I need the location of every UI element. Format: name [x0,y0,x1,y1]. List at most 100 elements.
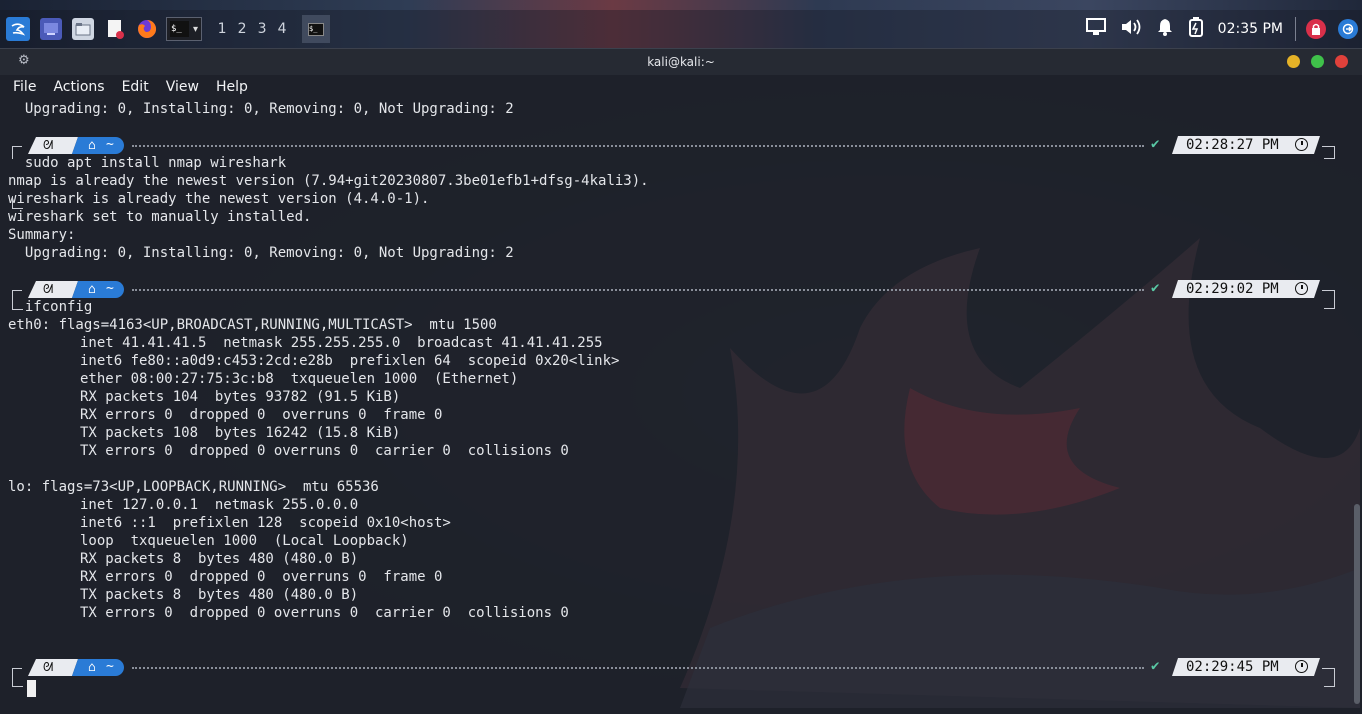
menu-bar: File Actions Edit View Help [0,75,1362,99]
clock-icon [1295,660,1308,673]
chevron-down-icon: ▾ [193,23,199,35]
terminal-icon: $_ [308,22,325,36]
kali-dragon-icon: ᘛ [43,282,54,296]
prompt-timestamp: 02:28:27 PM [1172,136,1320,154]
output-line: nmap is already the newest version (7.94… [8,173,649,189]
output-line: Upgrading: 0, Installing: 0, Removing: 0… [8,101,514,117]
menu-view[interactable]: View [166,79,199,95]
tray-divider [1295,17,1296,41]
output-line: RX packets 104 bytes 93782 (91.5 KiB) [80,389,401,405]
window-controls [1276,55,1348,68]
taskbar-terminal-window[interactable]: $_ [302,15,331,43]
prompt-badge: ᘛ ⌂ ~ [28,659,124,676]
output-line: Upgrading: 0, Installing: 0, Removing: 0… [8,245,514,261]
kali-menu-icon[interactable] [6,17,30,41]
prompt-dir: ~ [106,659,114,674]
kali-dragon-icon: ᘛ [43,660,54,674]
output-line: wireshark is already the newest version … [8,191,430,207]
output-line: inet6 fe80::a0d9:c453:2cd:e28b prefixlen… [80,353,620,369]
prompt-line: ᘛ ⌂ ~ ✔ 02:29:45 PM [8,658,1340,681]
menu-file[interactable]: File [13,79,36,95]
output-line: TX packets 108 bytes 16242 (15.8 KiB) [80,425,401,441]
scrollbar-thumb[interactable] [1354,504,1360,704]
volume-icon[interactable] [1120,18,1142,41]
logout-icon [1342,23,1354,35]
output-line: eth0: flags=4163<UP,BROADCAST,RUNNING,MU… [8,317,497,333]
prompt-dotted-rule [132,667,1144,669]
notification-bell-icon[interactable] [1156,18,1174,41]
minimize-button[interactable] [1287,55,1300,68]
success-check-icon: ✔ [1151,136,1160,152]
text-editor-icon[interactable] [104,18,126,40]
prompt-badge: ᘛ ⌂ ~ [28,137,124,154]
lock-screen-button[interactable] [1306,19,1326,39]
prompt-timestamp: 02:29:45 PM [1172,658,1320,676]
workspace-switcher: 1 2 3 4 [212,21,292,37]
prompt-dir: ~ [106,281,114,296]
output-line: RX packets 8 bytes 480 (480.0 B) [80,551,359,567]
prompt-bracket-lower [12,196,23,209]
home-icon: ⌂ [88,660,96,675]
display-icon[interactable] [1085,17,1106,41]
show-desktop-icon[interactable] [40,18,62,40]
workspace-4[interactable]: 4 [272,21,292,37]
command-text: sudo apt install nmap wireshark [24,155,287,171]
output-line: inet 41.41.41.5 netmask 255.255.255.0 br… [80,335,603,351]
prompt-bracket-lower-right [1324,146,1335,159]
workspace-2[interactable]: 2 [232,21,252,37]
lock-icon [1312,23,1320,35]
prompt-badge: ᘛ ⌂ ~ [28,281,124,298]
command-line: sudo apt install nmap wireshark [8,154,286,172]
terminal-window: ⚙ kali@kali:~ File Actions Edit View Hel… [0,48,1362,714]
gear-icon[interactable]: ⚙ [18,53,30,68]
prompt-dotted-rule [132,289,1144,291]
prompt-line: ᘛ ⌂ ~ ✔ 02:29:02 PM [8,280,1340,303]
menu-actions[interactable]: Actions [53,79,104,95]
firefox-icon[interactable] [136,18,158,40]
menu-help[interactable]: Help [216,79,248,95]
output-line: TX packets 8 bytes 480 (480.0 B) [80,587,359,603]
workspace-1[interactable]: 1 [212,21,232,37]
home-icon: ⌂ [88,282,96,297]
menu-edit[interactable]: Edit [122,79,149,95]
success-check-icon: ✔ [1151,658,1160,674]
prompt-bracket-lower-right [1324,668,1335,687]
output-line: TX errors 0 dropped 0 overruns 0 carrier… [80,605,569,621]
prompt-bracket-lower [12,291,23,310]
output-line: RX errors 0 dropped 0 overruns 0 frame 0 [80,407,443,423]
output-line: wireshark set to manually installed. [8,209,312,225]
terminal-output[interactable]: Upgrading: 0, Installing: 0, Removing: 0… [8,100,1348,710]
clock-icon [1295,138,1308,151]
text-cursor [27,680,36,697]
output-line: inet 127.0.0.1 netmask 255.0.0.0 [80,497,359,513]
window-title: kali@kali:~ [647,55,715,69]
file-manager-icon[interactable] [72,18,94,40]
home-icon: ⌂ [88,138,96,153]
close-button[interactable] [1335,55,1348,68]
output-line: lo: flags=73<UP,LOOPBACK,RUNNING> mtu 65… [8,479,379,495]
battery-icon[interactable] [1188,16,1204,42]
prompt-bracket-lower-right [1324,290,1335,309]
clock[interactable]: 02:35 PM [1218,21,1283,37]
output-line: RX errors 0 dropped 0 overruns 0 frame 0 [80,569,443,585]
maximize-button[interactable] [1311,55,1324,68]
success-check-icon: ✔ [1151,280,1160,296]
output-line: ether 08:00:27:75:3c:b8 txqueuelen 1000 … [80,371,519,387]
output-line: loop txqueuelen 1000 (Local Loopback) [80,533,409,549]
command-text: ifconfig [24,299,93,315]
clock-icon [1295,282,1308,295]
prompt-dir: ~ [106,137,114,152]
prompt-dotted-rule [132,145,1144,147]
kali-dragon-icon: ᘛ [43,138,54,152]
prompt-bracket-lower [12,668,23,687]
window-titlebar[interactable]: ⚙ kali@kali:~ [0,48,1362,75]
terminal-launcher-button[interactable]: $_ ▾ [166,17,203,41]
prompt-timestamp: 02:29:02 PM [1172,280,1320,298]
output-line: TX errors 0 dropped 0 overruns 0 carrier… [80,443,569,459]
system-tray: 02:35 PM [1085,10,1362,48]
workspace-3[interactable]: 3 [252,21,272,37]
terminal-icon: $_ [170,21,189,37]
logout-button[interactable] [1338,19,1358,39]
output-line: inet6 ::1 prefixlen 128 scopeid 0x10<hos… [80,515,451,531]
output-line: Summary: [8,227,76,243]
